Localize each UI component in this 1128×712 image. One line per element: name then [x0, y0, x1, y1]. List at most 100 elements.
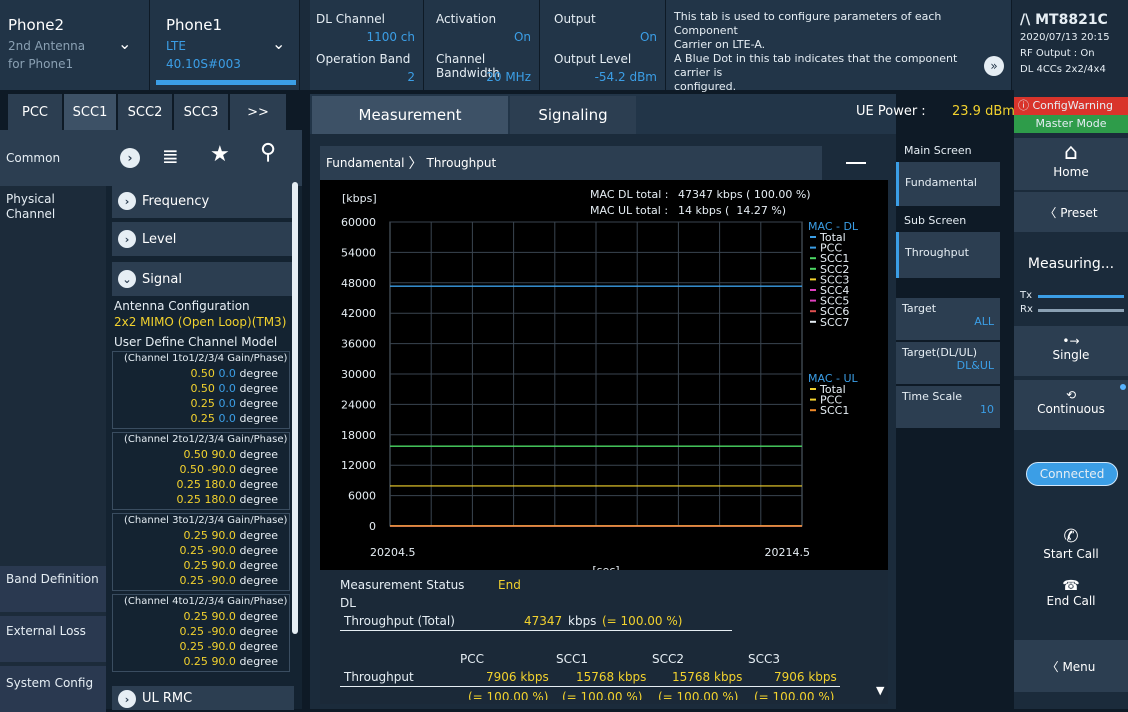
star-icon[interactable]: ★ [210, 142, 230, 167]
output-value: On [639, 30, 657, 44]
y-tick-label: 42000 [341, 307, 376, 320]
next-icon[interactable]: › [120, 148, 140, 168]
list-icon[interactable]: ≣ [162, 144, 179, 168]
tab-more[interactable]: >> [230, 94, 286, 130]
breadcrumb-item[interactable]: Fundamental [326, 156, 405, 170]
nav-physical-channel[interactable]: Physical Channel [0, 192, 106, 222]
tab-signaling[interactable]: Signaling [510, 96, 636, 134]
nav-external-loss[interactable]: External Loss [0, 616, 106, 662]
chevron-left-icon: 〈 [1046, 660, 1063, 674]
section-label: UL RMC [142, 690, 193, 706]
sub-screen-label: Sub Screen [904, 214, 967, 227]
tab-measurement[interactable]: Measurement [312, 96, 508, 134]
output-label: Output [554, 12, 596, 26]
cc-header: SCC2 [652, 652, 685, 666]
tp-pct: (= 100.00 %) [602, 614, 683, 628]
sub-screen-throughput[interactable]: Throughput [896, 232, 1000, 278]
target-dlul-value: DL&UL [956, 359, 994, 372]
menu-button[interactable]: 〈 Menu [1014, 640, 1128, 692]
param-output[interactable]: Output On Output Level -54.2 dBm [540, 0, 666, 90]
param-dl-channel[interactable]: DL Channel 1100 ch Operation Band 2 [310, 0, 424, 90]
tab-scc1[interactable]: SCC1 [64, 94, 116, 130]
chevron-down-icon: ⌄ [272, 34, 286, 53]
expand-icon[interactable]: » [984, 56, 1004, 76]
continuous-button[interactable]: ⟲ Continuous [1014, 380, 1128, 430]
tp-value-scc1: 15768 kbps [576, 670, 647, 684]
tab-scc2[interactable]: SCC2 [118, 94, 172, 130]
activation-label: Activation [436, 12, 497, 26]
param-activation[interactable]: Activation On Channel Bandwidth 20 MHz [424, 0, 540, 90]
nav-band-definition[interactable]: Band Definition [0, 566, 106, 612]
nav-common[interactable]: Common [0, 130, 106, 186]
tab-pcc[interactable]: PCC [8, 94, 62, 130]
settings-panel: › ≣ ★ ⚲ › Frequency › Level ⌄ Signal Antenn… [106, 130, 302, 710]
info-line: This tab is used to configure parameters… [674, 10, 942, 37]
main-screen-fundamental[interactable]: Fundamental [896, 162, 1000, 206]
search-icon[interactable]: ⚲ [260, 140, 276, 165]
home-button[interactable]: ⌂ Home [1014, 138, 1128, 190]
band-value: 2 [407, 70, 415, 84]
tp-total-label: Throughput (Total) [344, 614, 455, 628]
preset-button[interactable]: 〈 Preset [1014, 192, 1128, 232]
main-screen-label: Main Screen [904, 144, 972, 157]
phone2-sub1: 2nd Antenna [8, 39, 86, 53]
cc-tab-row: PCC SCC1 SCC2 SCC3 >> [0, 94, 302, 197]
section-level[interactable]: › Level [112, 222, 294, 256]
mode-badge: Master Mode [1014, 115, 1128, 133]
target-value: ALL [974, 315, 994, 328]
tp-pct-scc1: (= 100.00 %) [562, 690, 643, 700]
start-call-button[interactable]: ✆ Start Call [1014, 524, 1128, 574]
ue-power-label: UE Power : [856, 104, 926, 119]
phone2-title: Phone2 [8, 16, 65, 34]
chevron-right-icon: 〉 [408, 156, 423, 172]
nav-system-config[interactable]: System Config [0, 666, 106, 712]
scroll-down-icon[interactable]: ▼ [876, 684, 884, 697]
target-dlul-button[interactable]: Target(DL/UL) DL&UL [896, 342, 1000, 384]
udcm-label: User Define Channel Model [114, 335, 278, 349]
section-ul-rmc[interactable]: › UL RMC [112, 686, 294, 710]
cc-header: SCC1 [556, 652, 589, 666]
dl-channel-label: DL Channel [316, 12, 386, 26]
tp-value-scc2: 15768 kbps [672, 670, 743, 684]
section-frequency[interactable]: › Frequency [112, 184, 294, 218]
measurement-status-panel: Measurement Status End DL Throughput (To… [320, 570, 888, 704]
section-label: Level [142, 231, 177, 247]
chart-unit: [kbps] [342, 192, 377, 205]
phone1-selector[interactable]: Phone1 LTE 40.10S#003 ⌄ [150, 0, 300, 90]
y-tick-label: 0 [369, 520, 376, 533]
tp-row-label: Throughput [344, 670, 414, 684]
scrollbar[interactable] [292, 182, 298, 634]
timescale-value: 10 [980, 403, 994, 416]
config-warning-badge[interactable]: ⓘ ConfigWarning [1014, 97, 1128, 115]
ue-power-value: 23.9 dBm [952, 104, 1015, 119]
chevron-right-icon: › [118, 192, 136, 210]
time-scale-button[interactable]: Time Scale 10 [896, 386, 1000, 428]
model-name: /\ MT8821C [1020, 12, 1108, 28]
minimize-icon[interactable] [846, 162, 866, 164]
section-signal[interactable]: ⌄ Signal [112, 262, 294, 296]
hangup-icon: ☎ [1062, 578, 1080, 594]
single-button[interactable]: •→ Single [1014, 326, 1128, 376]
timescale-label: Time Scale [902, 390, 963, 403]
tx-bar [1038, 295, 1124, 298]
chevron-down-icon: ⌄ [118, 270, 136, 288]
antenna-value[interactable]: 2x2 MIMO (Open Loop)(TM3) [114, 315, 286, 329]
target-button[interactable]: Target ALL [896, 298, 1000, 340]
phone2-sub2: for Phone1 [8, 57, 74, 71]
end-call-button[interactable]: ☎ End Call [1014, 578, 1128, 618]
tp-total-value: 47347 [524, 614, 563, 628]
phone2-selector[interactable]: Phone2 2nd Antenna for Phone1 ⌄ [0, 0, 150, 90]
bw-value: 20 MHz [486, 70, 531, 84]
dl-channel-value: 1100 ch [366, 30, 415, 44]
level-value: -54.2 dBm [594, 70, 657, 84]
phone1-title: Phone1 [166, 16, 223, 34]
tp-unit: kbps [568, 614, 597, 628]
tp-pct-scc3: (= 100.00 %) [754, 690, 835, 700]
tx-label: Tx [1020, 290, 1033, 301]
home-icon: ⌂ [1064, 140, 1078, 165]
tp-value-pcc: 7906 kbps [486, 670, 549, 684]
y-tick-label: 30000 [341, 368, 376, 381]
anritsu-logo-icon: /\ [1020, 12, 1036, 28]
tab-scc3[interactable]: SCC3 [174, 94, 228, 130]
instrument-panel: /\ MT8821C 2020/07/13 20:15 RF Output : … [1014, 0, 1128, 709]
